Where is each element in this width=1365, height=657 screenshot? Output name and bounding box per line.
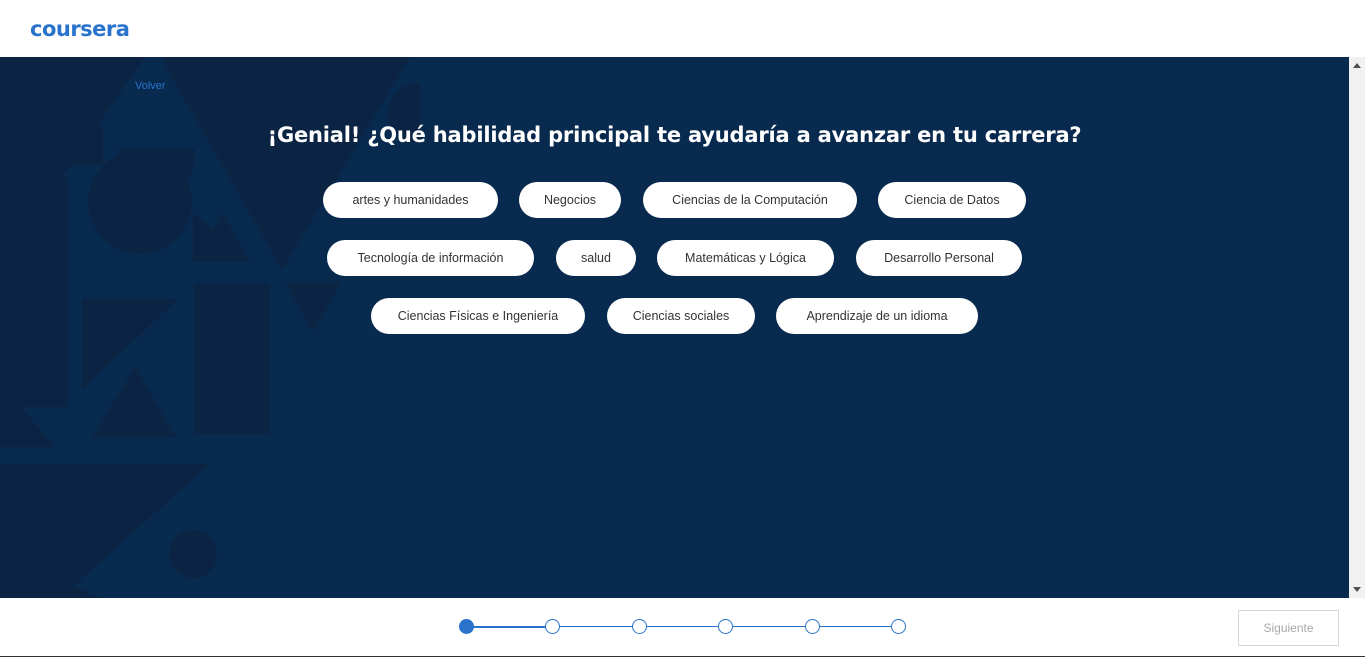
option-data-science[interactable]: Ciencia de Datos: [878, 182, 1026, 218]
step-indicator-1: [459, 619, 474, 634]
option-health[interactable]: salud: [556, 240, 636, 276]
next-button[interactable]: Siguiente: [1238, 610, 1339, 646]
progress-line-completed: [467, 626, 553, 628]
footer: Siguiente: [0, 598, 1365, 657]
option-information-technology[interactable]: Tecnología de información: [327, 240, 534, 276]
vertical-scrollbar[interactable]: [1349, 57, 1365, 598]
option-math-logic[interactable]: Matemáticas y Lógica: [657, 240, 834, 276]
back-link[interactable]: Volver: [135, 80, 166, 92]
option-computer-science[interactable]: Ciencias de la Computación: [643, 182, 857, 218]
option-language-learning[interactable]: Aprendizaje de un idioma: [776, 298, 978, 334]
scroll-up-arrow-icon[interactable]: [1353, 63, 1361, 68]
progress-stepper: [459, 619, 907, 635]
step-indicator-2: [545, 619, 560, 634]
coursera-logo[interactable]: coursera: [30, 17, 130, 41]
step-indicator-6: [891, 619, 906, 634]
onboarding-page: coursera Volver ¡Genial! ¿Qué habilidad …: [0, 0, 1365, 657]
option-physical-science-engineering[interactable]: Ciencias Físicas e Ingeniería: [371, 298, 585, 334]
step-indicator-3: [632, 619, 647, 634]
question-title: ¡Genial! ¿Qué habilidad principal te ayu…: [267, 123, 1082, 147]
step-indicator-5: [805, 619, 820, 634]
option-personal-development[interactable]: Desarrollo Personal: [856, 240, 1022, 276]
option-business[interactable]: Negocios: [519, 182, 621, 218]
header: coursera: [0, 0, 1365, 57]
scroll-down-arrow-icon[interactable]: [1353, 587, 1361, 592]
question-panel: Volver ¡Genial! ¿Qué habilidad principal…: [0, 57, 1349, 598]
option-arts-humanities[interactable]: artes y humanidades: [323, 182, 498, 218]
step-indicator-4: [718, 619, 733, 634]
option-social-sciences[interactable]: Ciencias sociales: [607, 298, 755, 334]
